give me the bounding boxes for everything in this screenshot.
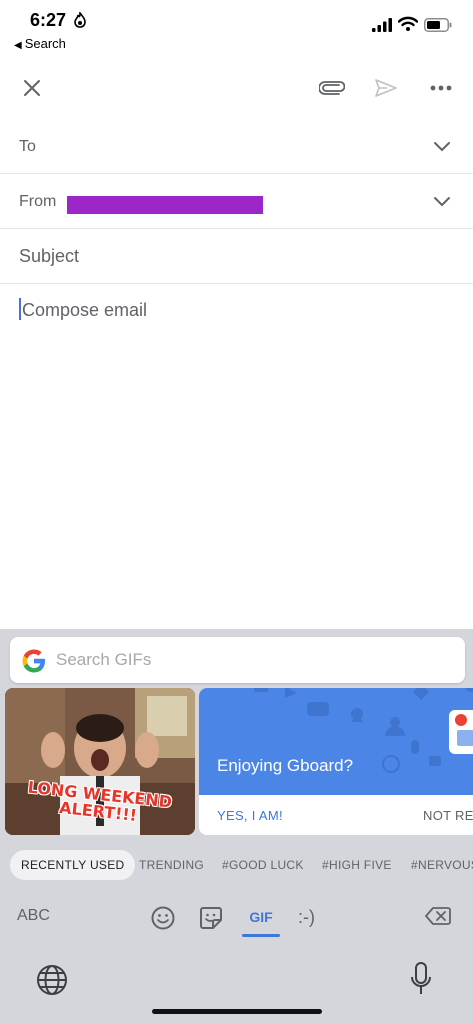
from-field[interactable]: From — [0, 175, 473, 229]
promo-title: Enjoying Gboard? — [217, 756, 354, 775]
compose-placeholder: Compose email — [22, 300, 148, 320]
keyboard-mode-row: ABC GIF :-) — [0, 897, 473, 941]
cellular-signal-icon — [372, 18, 392, 32]
promo-decoration — [254, 688, 473, 773]
gif-category-row: RECENTLY USED TRENDING #GOOD LUCK #HIGH … — [0, 847, 473, 883]
to-field[interactable]: To — [0, 120, 473, 174]
microphone-icon[interactable] — [410, 962, 432, 996]
subject-field[interactable]: Subject — [0, 230, 473, 284]
paperclip-icon[interactable] — [318, 74, 346, 102]
flame-icon — [74, 12, 86, 28]
promo-yes-button[interactable]: YES, I AM! — [217, 808, 283, 823]
back-label: Search — [24, 36, 66, 51]
redacted-sender-address — [67, 196, 263, 214]
backspace-icon[interactable] — [425, 906, 451, 926]
promo-banner: Enjoying Gboard? — [199, 688, 473, 795]
category-high-five[interactable]: #HIGH FIVE — [322, 850, 392, 880]
category-good-luck[interactable]: #GOOD LUCK — [222, 850, 304, 880]
subject-placeholder: Subject — [19, 246, 80, 266]
gboard-keyboard: Search GIFs LONG WEEKEND ALERT!!! Enjoyi… — [0, 629, 473, 1024]
battery-icon — [424, 18, 452, 32]
more-options-icon[interactable] — [427, 74, 455, 102]
compose-toolbar — [0, 60, 473, 116]
back-to-search-link[interactable]: ◀ Search — [14, 36, 66, 51]
gif-tab-indicator — [242, 934, 280, 937]
back-arrow-icon: ◀ — [14, 40, 22, 51]
globe-icon[interactable] — [36, 964, 68, 996]
promo-not-really-button[interactable]: NOT RE — [423, 808, 473, 823]
gboard-promo-card: Enjoying Gboard? YES, I AM! NOT RE — [199, 688, 473, 835]
category-recently-used[interactable]: RECENTLY USED — [10, 850, 136, 880]
category-trending[interactable]: TRENDING — [139, 850, 204, 880]
gif-search-placeholder: Search GIFs — [56, 650, 152, 669]
status-bar: 6:27 ◀ Search — [0, 0, 473, 56]
google-logo-icon — [22, 649, 45, 673]
chevron-down-icon[interactable] — [433, 196, 451, 208]
wifi-icon — [398, 16, 418, 31]
emoji-icon[interactable] — [150, 905, 176, 931]
to-label: To — [19, 138, 36, 155]
chevron-down-icon[interactable] — [433, 141, 451, 153]
gif-search-input[interactable]: Search GIFs — [10, 637, 465, 683]
home-indicator — [152, 1009, 322, 1014]
close-icon[interactable] — [18, 74, 46, 102]
gif-mode-tab[interactable]: GIF — [242, 909, 280, 925]
sticker-icon[interactable] — [198, 905, 224, 931]
gif-result-tile[interactable]: LONG WEEKEND ALERT!!! — [5, 688, 195, 835]
compose-body[interactable]: Compose email — [19, 298, 147, 321]
send-icon[interactable] — [372, 74, 400, 102]
category-nervous[interactable]: #NERVOUS — [411, 850, 473, 880]
status-time: 6:27 — [30, 10, 67, 30]
emoticon-mode-button[interactable]: :-) — [298, 907, 315, 928]
abc-mode-button[interactable]: ABC — [17, 907, 50, 925]
from-label: From — [19, 193, 57, 210]
text-cursor — [19, 298, 21, 320]
